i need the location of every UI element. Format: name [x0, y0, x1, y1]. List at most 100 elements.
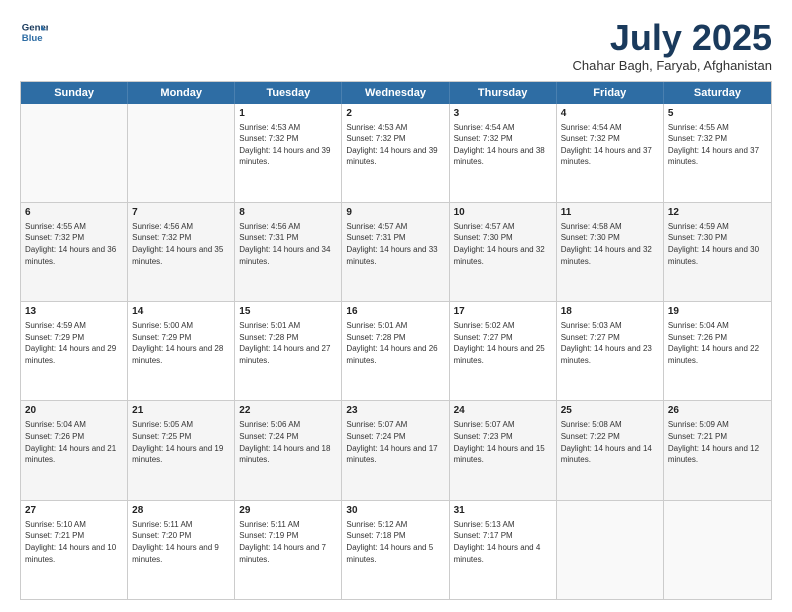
calendar-cell-2: 2Sunrise: 4:53 AM Sunset: 7:32 PM Daylig…	[342, 104, 449, 202]
cell-info: Sunrise: 5:07 AM Sunset: 7:24 PM Dayligh…	[346, 419, 444, 465]
day-number: 10	[454, 206, 552, 220]
calendar-cell-26: 26Sunrise: 5:09 AM Sunset: 7:21 PM Dayli…	[664, 401, 771, 499]
day-number: 22	[239, 404, 337, 418]
day-number: 16	[346, 305, 444, 319]
cell-info: Sunrise: 5:05 AM Sunset: 7:25 PM Dayligh…	[132, 419, 230, 465]
calendar-row-0: 1Sunrise: 4:53 AM Sunset: 7:32 PM Daylig…	[21, 104, 771, 202]
calendar-cell-4: 4Sunrise: 4:54 AM Sunset: 7:32 PM Daylig…	[557, 104, 664, 202]
day-number: 9	[346, 206, 444, 220]
cell-info: Sunrise: 4:59 AM Sunset: 7:29 PM Dayligh…	[25, 320, 123, 366]
day-number: 12	[668, 206, 767, 220]
header-day-friday: Friday	[557, 82, 664, 104]
logo-icon: General Blue	[20, 18, 48, 46]
header-day-sunday: Sunday	[21, 82, 128, 104]
cell-info: Sunrise: 5:04 AM Sunset: 7:26 PM Dayligh…	[25, 419, 123, 465]
day-number: 29	[239, 504, 337, 518]
calendar-cell-29: 29Sunrise: 5:11 AM Sunset: 7:19 PM Dayli…	[235, 501, 342, 599]
day-number: 1	[239, 107, 337, 121]
month-title: July 2025	[573, 18, 772, 58]
day-number: 8	[239, 206, 337, 220]
calendar-cell-5: 5Sunrise: 4:55 AM Sunset: 7:32 PM Daylig…	[664, 104, 771, 202]
calendar-cell-3: 3Sunrise: 4:54 AM Sunset: 7:32 PM Daylig…	[450, 104, 557, 202]
calendar-header: SundayMondayTuesdayWednesdayThursdayFrid…	[21, 82, 771, 104]
calendar-cell-9: 9Sunrise: 4:57 AM Sunset: 7:31 PM Daylig…	[342, 203, 449, 301]
calendar-cell-27: 27Sunrise: 5:10 AM Sunset: 7:21 PM Dayli…	[21, 501, 128, 599]
day-number: 3	[454, 107, 552, 121]
day-number: 19	[668, 305, 767, 319]
cell-info: Sunrise: 5:01 AM Sunset: 7:28 PM Dayligh…	[346, 320, 444, 366]
calendar-cell-6: 6Sunrise: 4:55 AM Sunset: 7:32 PM Daylig…	[21, 203, 128, 301]
cell-info: Sunrise: 5:02 AM Sunset: 7:27 PM Dayligh…	[454, 320, 552, 366]
cell-info: Sunrise: 4:54 AM Sunset: 7:32 PM Dayligh…	[454, 122, 552, 168]
calendar-cell-31: 31Sunrise: 5:13 AM Sunset: 7:17 PM Dayli…	[450, 501, 557, 599]
cell-info: Sunrise: 5:00 AM Sunset: 7:29 PM Dayligh…	[132, 320, 230, 366]
day-number: 14	[132, 305, 230, 319]
day-number: 6	[25, 206, 123, 220]
day-number: 4	[561, 107, 659, 121]
logo: General Blue	[20, 18, 48, 46]
cell-info: Sunrise: 4:57 AM Sunset: 7:31 PM Dayligh…	[346, 221, 444, 267]
calendar-cell-empty-4-5	[557, 501, 664, 599]
calendar-row-2: 13Sunrise: 4:59 AM Sunset: 7:29 PM Dayli…	[21, 301, 771, 400]
day-number: 21	[132, 404, 230, 418]
calendar-cell-16: 16Sunrise: 5:01 AM Sunset: 7:28 PM Dayli…	[342, 302, 449, 400]
header-day-thursday: Thursday	[450, 82, 557, 104]
day-number: 7	[132, 206, 230, 220]
calendar-cell-7: 7Sunrise: 4:56 AM Sunset: 7:32 PM Daylig…	[128, 203, 235, 301]
calendar-cell-18: 18Sunrise: 5:03 AM Sunset: 7:27 PM Dayli…	[557, 302, 664, 400]
day-number: 28	[132, 504, 230, 518]
cell-info: Sunrise: 4:58 AM Sunset: 7:30 PM Dayligh…	[561, 221, 659, 267]
cell-info: Sunrise: 4:57 AM Sunset: 7:30 PM Dayligh…	[454, 221, 552, 267]
cell-info: Sunrise: 5:03 AM Sunset: 7:27 PM Dayligh…	[561, 320, 659, 366]
day-number: 15	[239, 305, 337, 319]
header-day-saturday: Saturday	[664, 82, 771, 104]
day-number: 18	[561, 305, 659, 319]
day-number: 20	[25, 404, 123, 418]
cell-info: Sunrise: 5:12 AM Sunset: 7:18 PM Dayligh…	[346, 519, 444, 565]
calendar-cell-empty-0-1	[128, 104, 235, 202]
calendar-row-4: 27Sunrise: 5:10 AM Sunset: 7:21 PM Dayli…	[21, 500, 771, 599]
calendar-cell-21: 21Sunrise: 5:05 AM Sunset: 7:25 PM Dayli…	[128, 401, 235, 499]
day-number: 25	[561, 404, 659, 418]
calendar: SundayMondayTuesdayWednesdayThursdayFrid…	[20, 81, 772, 600]
cell-info: Sunrise: 4:56 AM Sunset: 7:31 PM Dayligh…	[239, 221, 337, 267]
calendar-cell-25: 25Sunrise: 5:08 AM Sunset: 7:22 PM Dayli…	[557, 401, 664, 499]
cell-info: Sunrise: 4:59 AM Sunset: 7:30 PM Dayligh…	[668, 221, 767, 267]
cell-info: Sunrise: 5:08 AM Sunset: 7:22 PM Dayligh…	[561, 419, 659, 465]
page: General Blue July 2025 Chahar Bagh, Fary…	[0, 0, 792, 612]
day-number: 31	[454, 504, 552, 518]
calendar-cell-1: 1Sunrise: 4:53 AM Sunset: 7:32 PM Daylig…	[235, 104, 342, 202]
calendar-cell-empty-0-0	[21, 104, 128, 202]
header-day-wednesday: Wednesday	[342, 82, 449, 104]
cell-info: Sunrise: 5:01 AM Sunset: 7:28 PM Dayligh…	[239, 320, 337, 366]
day-number: 17	[454, 305, 552, 319]
cell-info: Sunrise: 5:13 AM Sunset: 7:17 PM Dayligh…	[454, 519, 552, 565]
calendar-cell-empty-4-6	[664, 501, 771, 599]
day-number: 26	[668, 404, 767, 418]
header-day-tuesday: Tuesday	[235, 82, 342, 104]
calendar-cell-11: 11Sunrise: 4:58 AM Sunset: 7:30 PM Dayli…	[557, 203, 664, 301]
calendar-cell-10: 10Sunrise: 4:57 AM Sunset: 7:30 PM Dayli…	[450, 203, 557, 301]
calendar-cell-8: 8Sunrise: 4:56 AM Sunset: 7:31 PM Daylig…	[235, 203, 342, 301]
calendar-cell-28: 28Sunrise: 5:11 AM Sunset: 7:20 PM Dayli…	[128, 501, 235, 599]
cell-info: Sunrise: 5:11 AM Sunset: 7:20 PM Dayligh…	[132, 519, 230, 565]
calendar-row-1: 6Sunrise: 4:55 AM Sunset: 7:32 PM Daylig…	[21, 202, 771, 301]
day-number: 2	[346, 107, 444, 121]
cell-info: Sunrise: 4:56 AM Sunset: 7:32 PM Dayligh…	[132, 221, 230, 267]
calendar-cell-17: 17Sunrise: 5:02 AM Sunset: 7:27 PM Dayli…	[450, 302, 557, 400]
calendar-cell-30: 30Sunrise: 5:12 AM Sunset: 7:18 PM Dayli…	[342, 501, 449, 599]
calendar-body: 1Sunrise: 4:53 AM Sunset: 7:32 PM Daylig…	[21, 104, 771, 599]
calendar-cell-23: 23Sunrise: 5:07 AM Sunset: 7:24 PM Dayli…	[342, 401, 449, 499]
header: General Blue July 2025 Chahar Bagh, Fary…	[20, 18, 772, 73]
day-number: 5	[668, 107, 767, 121]
calendar-cell-19: 19Sunrise: 5:04 AM Sunset: 7:26 PM Dayli…	[664, 302, 771, 400]
calendar-cell-14: 14Sunrise: 5:00 AM Sunset: 7:29 PM Dayli…	[128, 302, 235, 400]
calendar-cell-13: 13Sunrise: 4:59 AM Sunset: 7:29 PM Dayli…	[21, 302, 128, 400]
cell-info: Sunrise: 4:55 AM Sunset: 7:32 PM Dayligh…	[668, 122, 767, 168]
calendar-cell-15: 15Sunrise: 5:01 AM Sunset: 7:28 PM Dayli…	[235, 302, 342, 400]
cell-info: Sunrise: 5:06 AM Sunset: 7:24 PM Dayligh…	[239, 419, 337, 465]
calendar-cell-20: 20Sunrise: 5:04 AM Sunset: 7:26 PM Dayli…	[21, 401, 128, 499]
calendar-row-3: 20Sunrise: 5:04 AM Sunset: 7:26 PM Dayli…	[21, 400, 771, 499]
day-number: 27	[25, 504, 123, 518]
day-number: 23	[346, 404, 444, 418]
